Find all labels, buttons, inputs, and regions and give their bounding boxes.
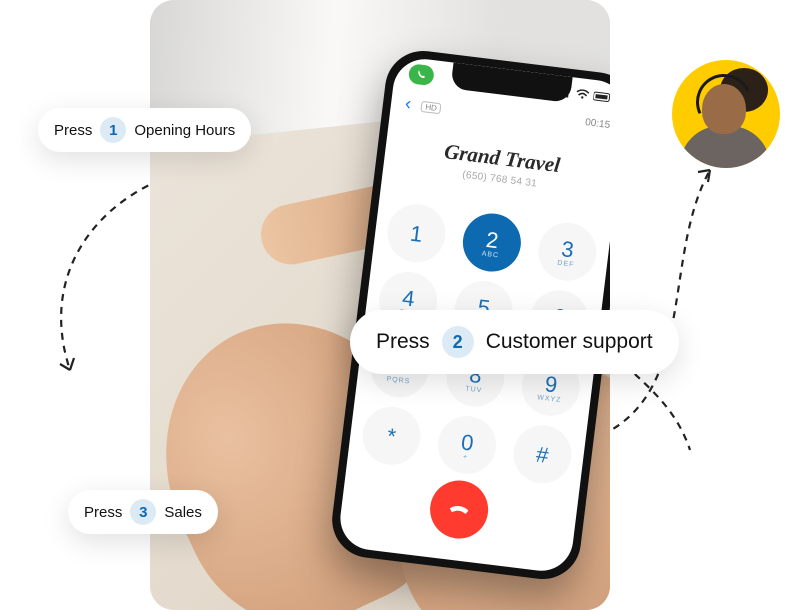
battery-icon: [593, 91, 610, 103]
dialpad-key-1[interactable]: 1: [384, 201, 449, 266]
phone-icon: [416, 70, 426, 80]
key-letters: PQRS: [386, 375, 411, 385]
key-letters: DEF: [557, 259, 575, 268]
key-number: #: [535, 442, 550, 469]
key-number: *: [386, 423, 398, 450]
hero-photo: ‹ HD 00:15 Grand Travel (650) 768 54 31 …: [150, 0, 610, 610]
arrow-decoration-left: [0, 170, 170, 390]
key-number: 1: [409, 221, 424, 248]
support-agent-avatar: [672, 60, 780, 168]
dialpad-key-0[interactable]: 0+: [435, 413, 500, 478]
dialpad-key-*[interactable]: *: [359, 403, 424, 468]
call-status-pill: [408, 63, 435, 86]
hangup-button[interactable]: [427, 477, 492, 542]
back-button[interactable]: ‹: [404, 93, 412, 114]
key-number: 0: [460, 429, 475, 456]
call-timer: 00:15: [585, 117, 610, 131]
phone-notch: [450, 63, 572, 103]
option-label: Sales: [164, 504, 202, 521]
ivr-option-2[interactable]: Press 2 Customer support: [350, 310, 679, 374]
option-label: Opening Hours: [134, 122, 235, 139]
ivr-option-3[interactable]: Press 3 Sales: [68, 490, 218, 534]
key-letters: ABC: [481, 250, 499, 259]
hangup-icon: [444, 494, 475, 525]
digit-badge: 1: [100, 117, 126, 143]
key-letters: WXYZ: [537, 394, 562, 404]
option-label: Customer support: [486, 330, 653, 354]
press-label: Press: [54, 122, 92, 139]
call-header: ‹ HD 00:15 Grand Travel (650) 768 54 31: [383, 91, 610, 199]
wifi-icon: [575, 89, 590, 101]
dialpad-key-2[interactable]: 2ABC: [460, 210, 525, 275]
ivr-option-1[interactable]: Press 1 Opening Hours: [38, 108, 251, 152]
key-letters: TUV: [465, 385, 483, 394]
hd-badge: HD: [421, 101, 442, 114]
dialpad-key-3[interactable]: 3DEF: [535, 219, 600, 284]
digit-badge: 3: [130, 499, 156, 525]
key-letters: +: [463, 453, 469, 461]
press-label: Press: [84, 504, 122, 521]
dialpad-key-#[interactable]: #: [510, 422, 575, 487]
digit-badge: 2: [442, 326, 474, 358]
press-label: Press: [376, 330, 430, 354]
